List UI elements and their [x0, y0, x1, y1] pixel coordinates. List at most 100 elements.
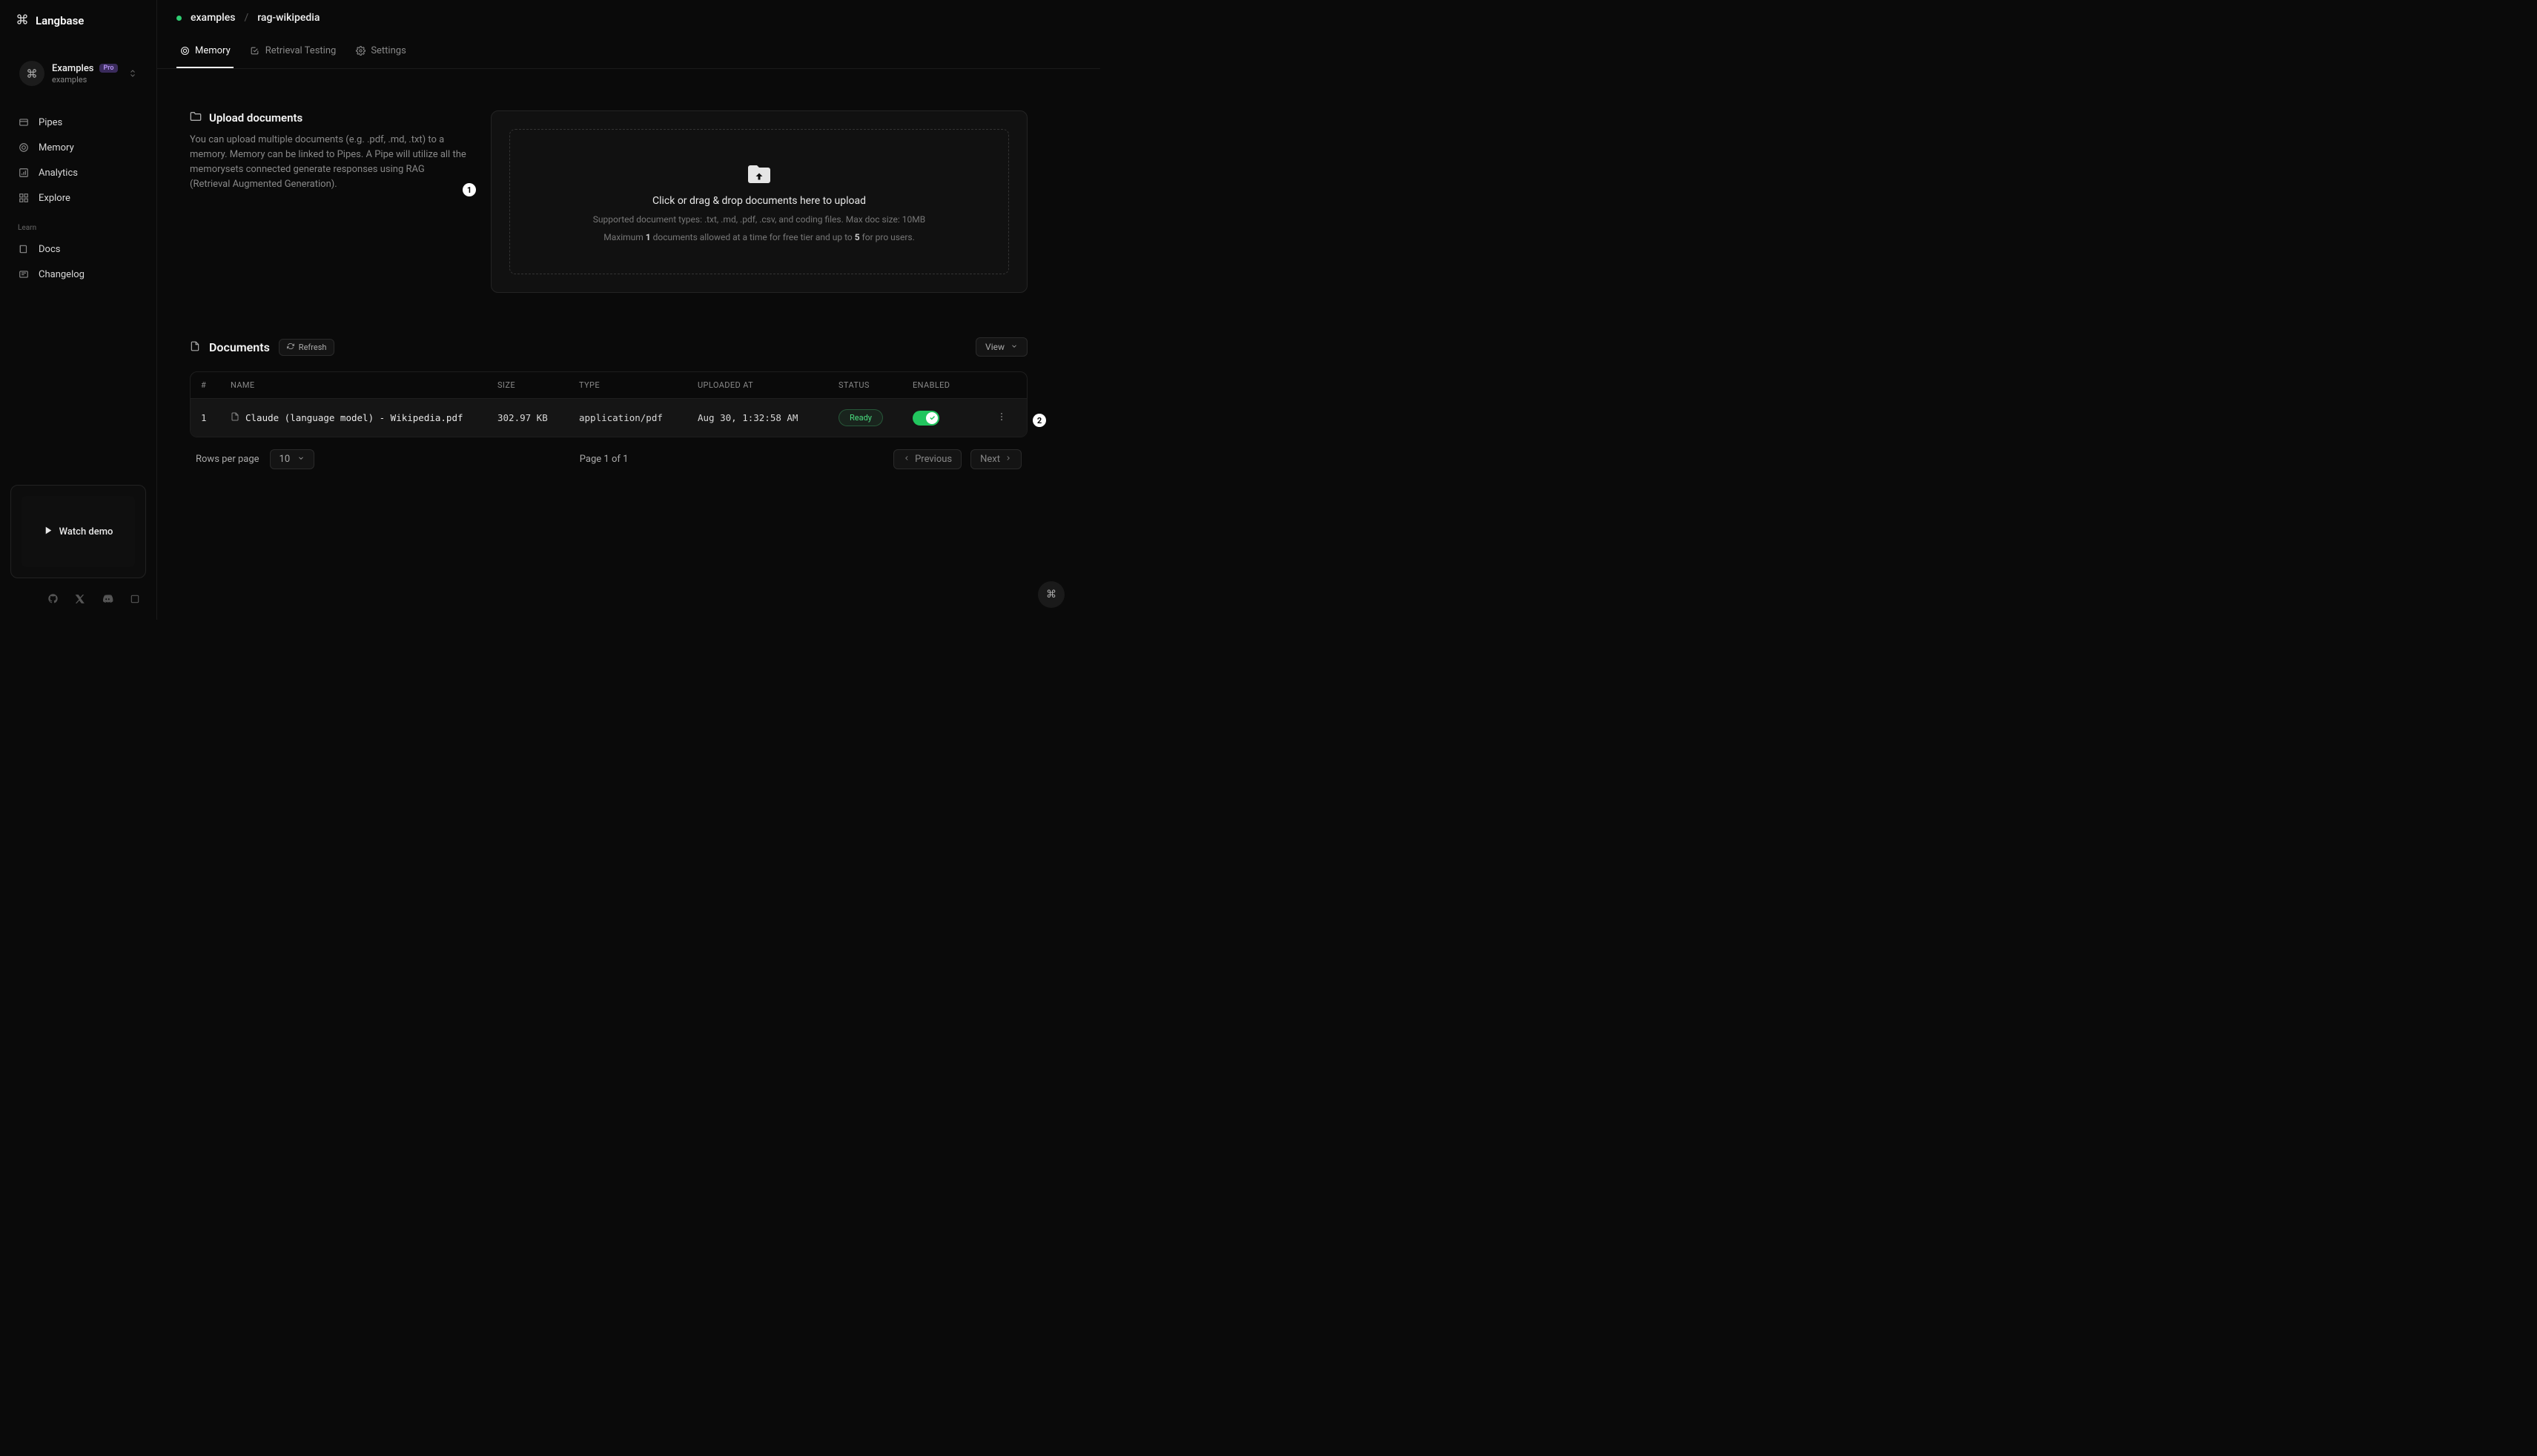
play-icon: [44, 526, 53, 538]
cell-enabled: [913, 411, 987, 426]
brand-logo[interactable]: Langbase: [16, 13, 140, 28]
refresh-label: Refresh: [299, 343, 327, 352]
refresh-button[interactable]: Refresh: [279, 339, 335, 356]
package-icon[interactable]: [130, 593, 140, 608]
sidebar-item-label: Explore: [39, 193, 70, 204]
upload-dropzone[interactable]: Click or drag & drop documents here to u…: [491, 110, 1028, 293]
cell-size: 302.97 KB: [497, 412, 579, 423]
documents-icon: [190, 340, 200, 354]
sidebar-item-docs[interactable]: Docs: [12, 236, 145, 262]
prev-button[interactable]: Previous: [893, 449, 962, 469]
sidebar-item-memory[interactable]: Memory: [12, 135, 145, 160]
next-label: Next: [980, 454, 1000, 465]
memory-tab-icon: [179, 46, 190, 56]
table-head: # NAME SIZE TYPE UPLOADED AT STATUS ENAB…: [191, 372, 1027, 399]
tabs: Memory Retrieval Testing Settings: [157, 36, 1100, 69]
row-menu-button[interactable]: [987, 411, 1016, 425]
page-indicator: Page 1 of 1: [314, 454, 893, 465]
command-icon: ⌘: [1046, 589, 1056, 600]
sidebar: Langbase Examples Pro examples Pipes: [0, 0, 157, 620]
sidebar-item-label: Memory: [39, 142, 74, 153]
breadcrumb-a[interactable]: examples: [191, 12, 235, 24]
brand-name: Langbase: [36, 14, 84, 27]
drop-sub-2: Maximum 1 documents allowed at a time fo…: [603, 232, 915, 242]
main: examples / rag-wikipedia Memory Retrieva…: [157, 0, 1100, 620]
changelog-icon: [18, 268, 30, 280]
drop-title: Click or drag & drop documents here to u…: [652, 195, 866, 207]
upload-info: Upload documents You can upload multiple…: [190, 110, 467, 293]
cell-type: application/pdf: [579, 412, 698, 423]
folder-upload-icon: [190, 110, 202, 125]
nav-heading-learn: Learn: [12, 211, 145, 236]
documents-title: Documents: [209, 340, 270, 354]
watch-demo-card[interactable]: Watch demo: [10, 485, 146, 578]
sidebar-item-label: Changelog: [39, 269, 85, 280]
col-type: TYPE: [579, 380, 698, 390]
upload-desc: You can upload multiple documents (e.g. …: [190, 133, 467, 193]
col-enabled: ENABLED: [913, 380, 987, 390]
prev-label: Previous: [915, 454, 952, 465]
sidebar-item-label: Docs: [39, 244, 60, 255]
chevron-up-down-icon: [128, 67, 137, 81]
view-label: View: [985, 342, 1005, 352]
pro-badge: Pro: [99, 64, 119, 73]
view-button[interactable]: View: [976, 337, 1028, 357]
enabled-toggle[interactable]: [913, 411, 939, 426]
sidebar-item-analytics[interactable]: Analytics: [12, 160, 145, 185]
drop-sub-1: Supported document types: .txt, .md, .pd…: [593, 214, 925, 225]
next-button[interactable]: Next: [970, 449, 1022, 469]
upload-title: Upload documents: [209, 111, 302, 125]
x-twitter-icon[interactable]: [75, 593, 85, 608]
pipes-icon: [18, 116, 30, 128]
rows-per-page-select[interactable]: 10: [270, 449, 315, 469]
tab-label: Memory: [195, 45, 231, 56]
chevron-right-icon: [1005, 454, 1012, 465]
sidebar-item-label: Analytics: [39, 168, 78, 179]
annotation-2: 2: [1033, 414, 1046, 427]
chevron-down-icon: [1010, 342, 1018, 352]
cell-num: 1: [201, 412, 231, 423]
workspace-switcher[interactable]: Examples Pro examples: [12, 55, 145, 92]
sidebar-footer: [0, 593, 156, 620]
command-icon: [16, 13, 28, 28]
col-size: SIZE: [497, 380, 579, 390]
breadcrumb-b[interactable]: rag-wikipedia: [257, 12, 320, 24]
file-icon: [231, 412, 239, 423]
tab-settings[interactable]: Settings: [352, 36, 408, 68]
memory-icon: [18, 142, 30, 153]
workspace-name: Examples: [52, 63, 94, 74]
github-icon[interactable]: [47, 593, 59, 608]
table-row[interactable]: 1 Claude (language model) - Wikipedia.pd…: [191, 399, 1027, 437]
nav-main: Pipes Memory Analytics Explore Learn Doc…: [0, 99, 156, 287]
rows-value: 10: [280, 454, 291, 465]
refresh-icon: [287, 343, 294, 352]
col-uploaded: UPLOADED AT: [698, 380, 838, 390]
docs-icon: [18, 243, 30, 255]
status-dot-icon: [176, 16, 182, 21]
col-status: STATUS: [838, 380, 913, 390]
sidebar-item-changelog[interactable]: Changelog: [12, 262, 145, 287]
watch-demo-label: Watch demo: [59, 526, 113, 537]
sidebar-item-explore[interactable]: Explore: [12, 185, 145, 211]
command-palette-button[interactable]: ⌘: [1038, 581, 1065, 608]
explore-icon: [18, 192, 30, 204]
discord-icon[interactable]: [102, 593, 113, 608]
analytics-icon: [18, 167, 30, 179]
pagination: Rows per page 10 Page 1 of 1 Previous Ne…: [190, 437, 1028, 469]
col-name: NAME: [231, 380, 497, 390]
sidebar-item-pipes[interactable]: Pipes: [12, 110, 145, 135]
rows-per-page-label: Rows per page: [196, 454, 259, 465]
tab-memory[interactable]: Memory: [176, 36, 234, 68]
cloud-upload-icon: [746, 161, 773, 188]
tab-label: Settings: [371, 45, 406, 56]
sidebar-item-label: Pipes: [39, 117, 62, 128]
cell-uploaded: Aug 30, 1:32:58 AM: [698, 412, 838, 423]
workspace-slug: examples: [52, 75, 118, 85]
workspace-avatar: [19, 61, 44, 86]
toggle-knob: [926, 412, 938, 424]
cell-status: Ready: [838, 409, 913, 426]
settings-tab-icon: [355, 46, 366, 56]
col-num: #: [201, 380, 231, 390]
retrieval-tab-icon: [250, 46, 260, 56]
tab-retrieval-testing[interactable]: Retrieval Testing: [247, 36, 340, 68]
